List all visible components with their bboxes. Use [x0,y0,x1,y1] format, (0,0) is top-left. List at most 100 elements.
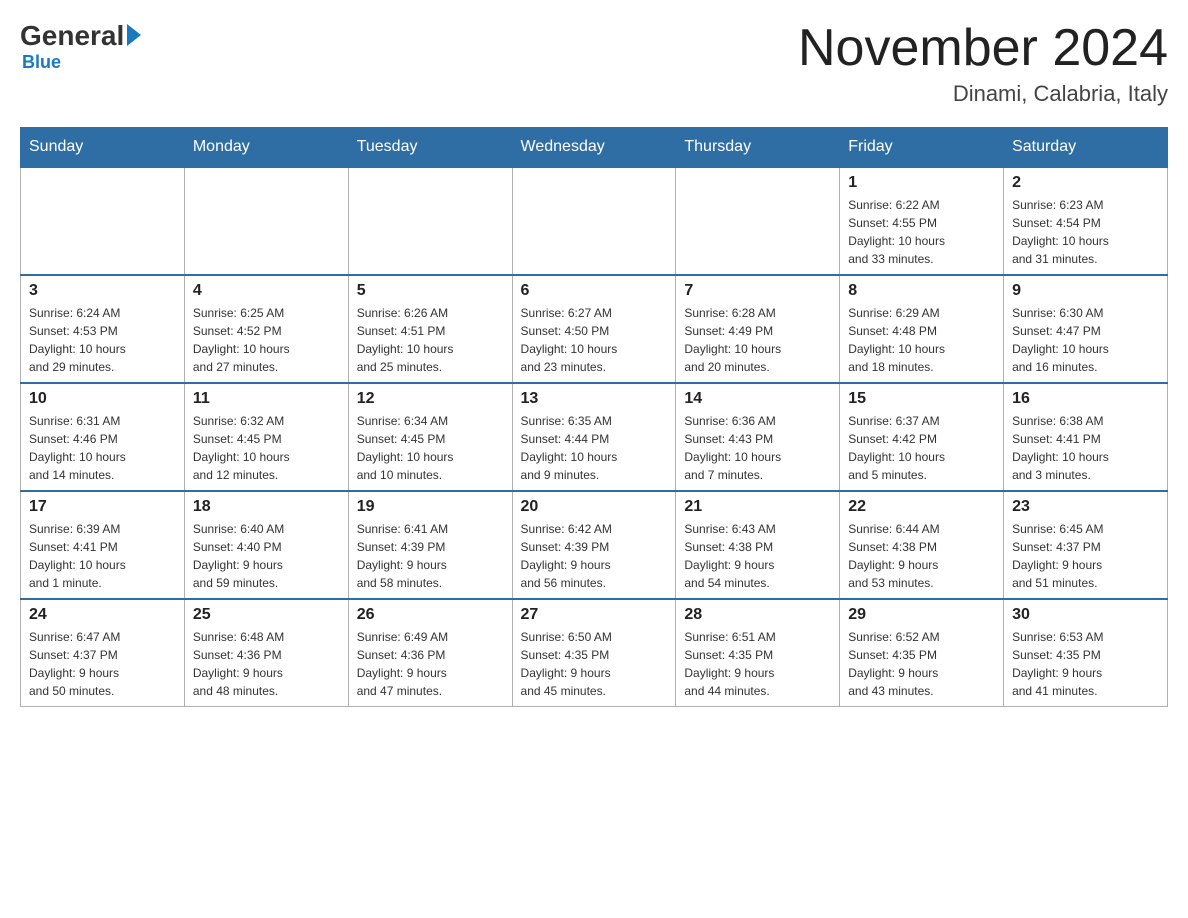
day-number: 10 [29,390,176,408]
calendar-cell-week3-day4: 14Sunrise: 6:36 AM Sunset: 4:43 PM Dayli… [676,383,840,491]
day-number: 2 [1012,174,1159,192]
calendar-cell-week4-day0: 17Sunrise: 6:39 AM Sunset: 4:41 PM Dayli… [21,491,185,599]
calendar-week-1: 1 Sunrise: 6:22 AM Sunset: 4:55 PM Daylig… [21,167,1168,275]
header-saturday: Saturday [1004,128,1168,168]
calendar-cell-week5-day3: 27Sunrise: 6:50 AM Sunset: 4:35 PM Dayli… [512,599,676,707]
day-number: 26 [357,606,504,624]
day-info: Sunrise: 6:44 AM Sunset: 4:38 PM Dayligh… [848,520,995,592]
calendar-cell-week1-day1 [184,167,348,275]
calendar-cell-week1-day4 [676,167,840,275]
day-info: Sunrise: 6:35 AM Sunset: 4:44 PM Dayligh… [521,412,668,484]
day-number: 14 [684,390,831,408]
day-number: 4 [193,282,340,300]
day-number: 3 [29,282,176,300]
day-number: 28 [684,606,831,624]
day-number: 22 [848,498,995,516]
day-info: Sunrise: 6:32 AM Sunset: 4:45 PM Dayligh… [193,412,340,484]
header-wednesday: Wednesday [512,128,676,168]
calendar-cell-week5-day6: 30 Sunrise: 6:53 AM Sunset: 4:35 PM Dayli… [1004,599,1168,707]
day-info: Sunrise: 6:37 AM Sunset: 4:42 PM Dayligh… [848,412,995,484]
day-info: Sunrise: 6:43 AM Sunset: 4:38 PM Dayligh… [684,520,831,592]
day-info: Sunrise: 6:42 AM Sunset: 4:39 PM Dayligh… [521,520,668,592]
calendar-cell-week4-day4: 21Sunrise: 6:43 AM Sunset: 4:38 PM Dayli… [676,491,840,599]
logo-blue-text: Blue [22,52,61,73]
day-number: 30 [1012,606,1159,624]
day-number: 29 [848,606,995,624]
page-header: General Blue November 2024 Dinami, Calab… [20,20,1168,107]
day-number: 16 [1012,390,1159,408]
day-info: Sunrise: 6:23 AM Sunset: 4:54 PM Dayligh… [1012,196,1159,268]
day-number: 9 [1012,282,1159,300]
calendar-cell-week5-day2: 26 Sunrise: 6:49 AM Sunset: 4:36 PM Dayli… [348,599,512,707]
header-sunday: Sunday [21,128,185,168]
day-info: Sunrise: 6:50 AM Sunset: 4:35 PM Dayligh… [521,628,668,700]
day-info: Sunrise: 6:40 AM Sunset: 4:40 PM Dayligh… [193,520,340,592]
day-number: 7 [684,282,831,300]
day-number: 19 [357,498,504,516]
day-number: 13 [521,390,668,408]
day-info: Sunrise: 6:39 AM Sunset: 4:41 PM Dayligh… [29,520,176,592]
calendar-cell-week2-day1: 4 Sunrise: 6:25 AM Sunset: 4:52 PM Daylig… [184,275,348,383]
calendar-cell-week3-day3: 13 Sunrise: 6:35 AM Sunset: 4:44 PM Dayli… [512,383,676,491]
day-info: Sunrise: 6:48 AM Sunset: 4:36 PM Dayligh… [193,628,340,700]
calendar-cell-week1-day5: 1 Sunrise: 6:22 AM Sunset: 4:55 PM Daylig… [840,167,1004,275]
day-info: Sunrise: 6:24 AM Sunset: 4:53 PM Dayligh… [29,304,176,376]
calendar-cell-week3-day2: 12Sunrise: 6:34 AM Sunset: 4:45 PM Dayli… [348,383,512,491]
calendar-cell-week2-day5: 8 Sunrise: 6:29 AM Sunset: 4:48 PM Daylig… [840,275,1004,383]
day-number: 15 [848,390,995,408]
day-info: Sunrise: 6:26 AM Sunset: 4:51 PM Dayligh… [357,304,504,376]
day-info: Sunrise: 6:53 AM Sunset: 4:35 PM Dayligh… [1012,628,1159,700]
calendar-cell-week4-day6: 23Sunrise: 6:45 AM Sunset: 4:37 PM Dayli… [1004,491,1168,599]
day-info: Sunrise: 6:51 AM Sunset: 4:35 PM Dayligh… [684,628,831,700]
day-info: Sunrise: 6:47 AM Sunset: 4:37 PM Dayligh… [29,628,176,700]
calendar-cell-week3-day6: 16 Sunrise: 6:38 AM Sunset: 4:41 PM Dayli… [1004,383,1168,491]
calendar-cell-week4-day5: 22 Sunrise: 6:44 AM Sunset: 4:38 PM Dayli… [840,491,1004,599]
location-text: Dinami, Calabria, Italy [798,81,1168,107]
calendar-cell-week5-day0: 24 Sunrise: 6:47 AM Sunset: 4:37 PM Dayli… [21,599,185,707]
logo: General Blue [20,20,141,73]
calendar-cell-week2-day6: 9Sunrise: 6:30 AM Sunset: 4:47 PM Daylig… [1004,275,1168,383]
calendar-week-3: 10 Sunrise: 6:31 AM Sunset: 4:46 PM Dayli… [21,383,1168,491]
header-tuesday: Tuesday [348,128,512,168]
header-thursday: Thursday [676,128,840,168]
calendar-cell-week2-day2: 5Sunrise: 6:26 AM Sunset: 4:51 PM Daylig… [348,275,512,383]
day-number: 18 [193,498,340,516]
day-info: Sunrise: 6:28 AM Sunset: 4:49 PM Dayligh… [684,304,831,376]
day-info: Sunrise: 6:49 AM Sunset: 4:36 PM Dayligh… [357,628,504,700]
title-section: November 2024 Dinami, Calabria, Italy [798,20,1168,107]
calendar-cell-week1-day2 [348,167,512,275]
calendar-cell-week3-day5: 15 Sunrise: 6:37 AM Sunset: 4:42 PM Dayli… [840,383,1004,491]
calendar-cell-week4-day1: 18 Sunrise: 6:40 AM Sunset: 4:40 PM Dayli… [184,491,348,599]
day-info: Sunrise: 6:34 AM Sunset: 4:45 PM Dayligh… [357,412,504,484]
day-number: 8 [848,282,995,300]
day-number: 20 [521,498,668,516]
calendar-cell-week3-day1: 11 Sunrise: 6:32 AM Sunset: 4:45 PM Dayli… [184,383,348,491]
day-info: Sunrise: 6:27 AM Sunset: 4:50 PM Dayligh… [521,304,668,376]
day-info: Sunrise: 6:38 AM Sunset: 4:41 PM Dayligh… [1012,412,1159,484]
calendar-cell-week2-day3: 6 Sunrise: 6:27 AM Sunset: 4:50 PM Daylig… [512,275,676,383]
calendar-table: Sunday Monday Tuesday Wednesday Thursday… [20,127,1168,707]
header-monday: Monday [184,128,348,168]
calendar-week-5: 24 Sunrise: 6:47 AM Sunset: 4:37 PM Dayli… [21,599,1168,707]
day-info: Sunrise: 6:31 AM Sunset: 4:46 PM Dayligh… [29,412,176,484]
day-info: Sunrise: 6:29 AM Sunset: 4:48 PM Dayligh… [848,304,995,376]
day-number: 6 [521,282,668,300]
month-title: November 2024 [798,20,1168,77]
day-number: 11 [193,390,340,408]
calendar-cell-week5-day1: 25 Sunrise: 6:48 AM Sunset: 4:36 PM Dayli… [184,599,348,707]
day-info: Sunrise: 6:22 AM Sunset: 4:55 PM Dayligh… [848,196,995,268]
calendar-cell-week4-day2: 19Sunrise: 6:41 AM Sunset: 4:39 PM Dayli… [348,491,512,599]
calendar-cell-week1-day3 [512,167,676,275]
calendar-cell-week5-day5: 29Sunrise: 6:52 AM Sunset: 4:35 PM Dayli… [840,599,1004,707]
calendar-cell-week2-day0: 3 Sunrise: 6:24 AM Sunset: 4:53 PM Daylig… [21,275,185,383]
day-number: 25 [193,606,340,624]
logo-general-text: General [20,20,124,52]
day-number: 24 [29,606,176,624]
calendar-cell-week5-day4: 28 Sunrise: 6:51 AM Sunset: 4:35 PM Dayli… [676,599,840,707]
day-number: 1 [848,174,995,192]
calendar-cell-week1-day6: 2 Sunrise: 6:23 AM Sunset: 4:54 PM Daylig… [1004,167,1168,275]
calendar-header-row: Sunday Monday Tuesday Wednesday Thursday… [21,128,1168,168]
calendar-cell-week4-day3: 20 Sunrise: 6:42 AM Sunset: 4:39 PM Dayli… [512,491,676,599]
calendar-week-4: 17Sunrise: 6:39 AM Sunset: 4:41 PM Dayli… [21,491,1168,599]
day-info: Sunrise: 6:25 AM Sunset: 4:52 PM Dayligh… [193,304,340,376]
